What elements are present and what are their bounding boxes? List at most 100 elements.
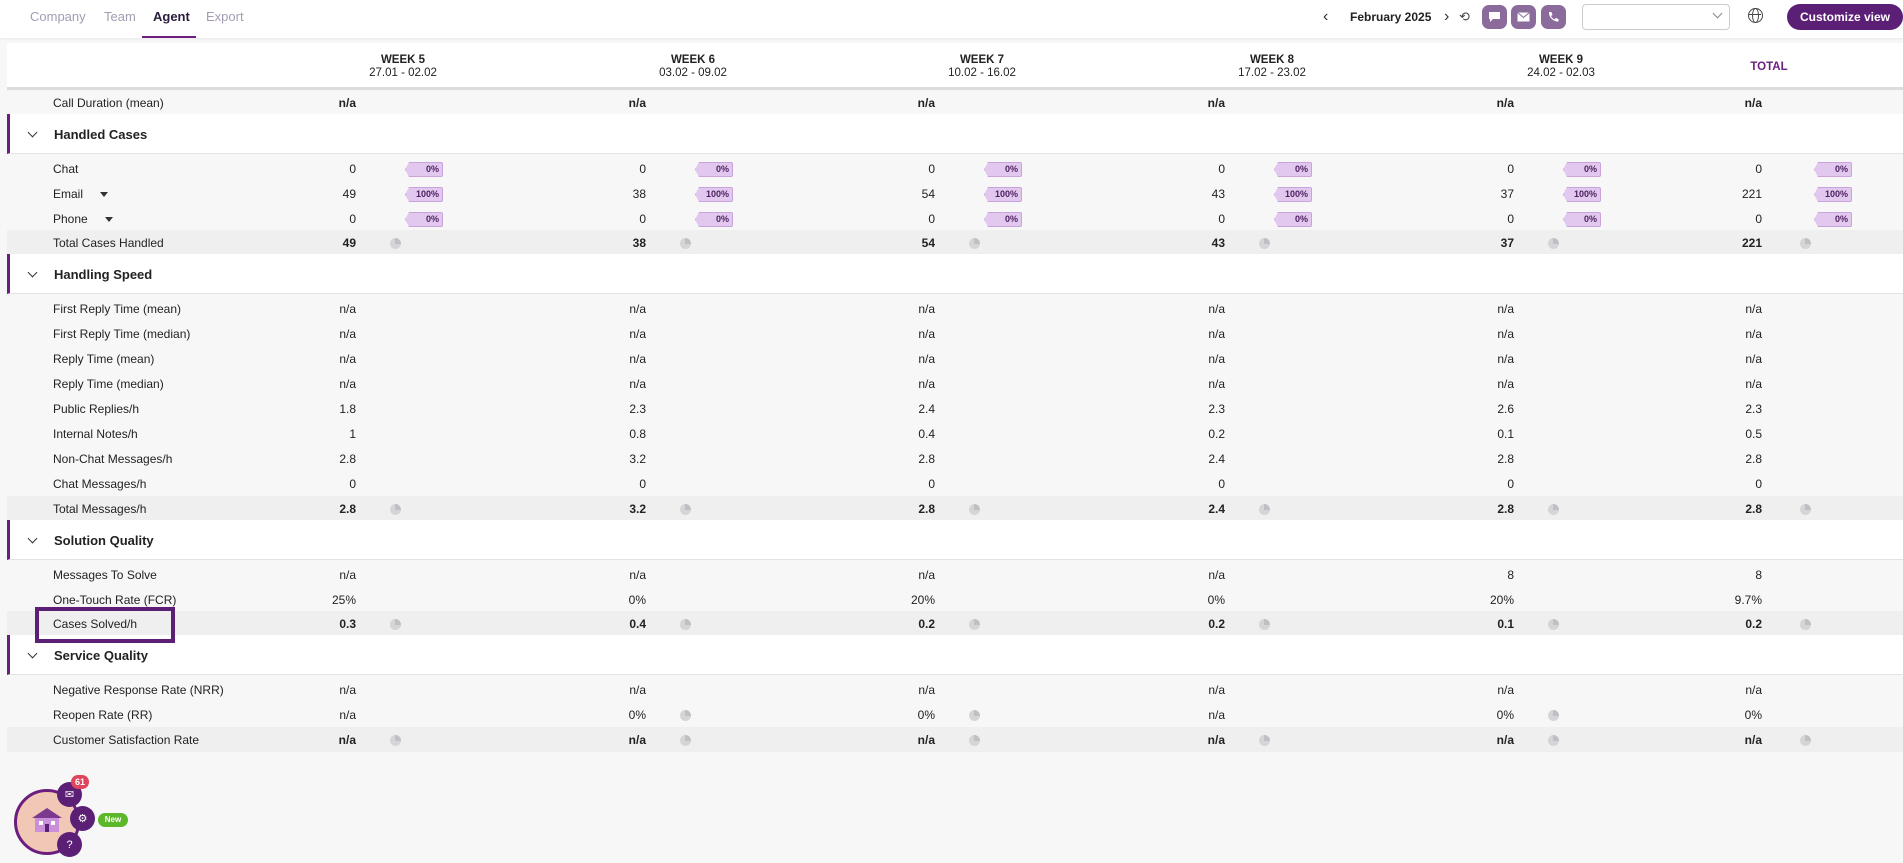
value-cell: 0.1 — [1497, 427, 1514, 441]
value-cell: n/a — [1208, 708, 1225, 722]
value-cell: 25% — [331, 593, 356, 607]
tab-company[interactable]: Company — [30, 9, 86, 24]
table-row: Phone 0 0% 0 0% 0 0% 0 0% 0 0% 0 0% — [7, 206, 1903, 231]
value-cell: 0 — [1755, 212, 1762, 226]
row-label: Reopen Rate (RR) — [53, 708, 153, 722]
week-9-header: WEEK 9 24.02 - 02.03 — [1527, 54, 1595, 79]
pie-chart-icon[interactable] — [680, 238, 691, 249]
chevron-down-icon[interactable] — [27, 533, 38, 544]
value-cell: 54 — [921, 187, 935, 201]
previous-period-icon[interactable]: ‹ — [1323, 8, 1328, 26]
phone-channel-button[interactable] — [1541, 5, 1566, 29]
value-cell: n/a — [1496, 96, 1514, 110]
pie-chart-icon[interactable] — [680, 735, 691, 746]
pie-chart-icon[interactable] — [1800, 238, 1811, 249]
pie-chart-icon[interactable] — [1548, 619, 1559, 630]
share-pill: 0% — [1274, 212, 1312, 227]
week-6-header: WEEK 6 03.02 - 09.02 — [659, 54, 727, 79]
globe-icon[interactable] — [1748, 8, 1763, 23]
pie-chart-icon[interactable] — [1800, 735, 1811, 746]
value-cell: 20% — [1489, 593, 1514, 607]
chat-icon — [1489, 12, 1500, 22]
pie-chart-icon[interactable] — [969, 735, 980, 746]
share-pill: 0% — [1563, 212, 1601, 227]
value-cell: n/a — [628, 96, 646, 110]
chevron-down-icon[interactable] — [27, 648, 38, 659]
value-cell: n/a — [1497, 377, 1514, 391]
value-cell: n/a — [1208, 377, 1225, 391]
value-cell: 2.8 — [1497, 502, 1514, 516]
value-cell: n/a — [1744, 96, 1762, 110]
history-icon[interactable]: ⟲ — [1459, 9, 1470, 25]
total-row: Cases Solved/h 0.3 0.4 0.2 0.2 0.1 0.2 — [7, 611, 1903, 636]
value-cell: 0 — [1755, 477, 1762, 491]
pie-chart-icon[interactable] — [1548, 504, 1559, 515]
table-row: Negative Response Rate (NRR) n/a n/a n/a n/a… — [7, 677, 1903, 702]
tab-export[interactable]: Export — [206, 9, 244, 24]
pie-chart-icon[interactable] — [680, 504, 691, 515]
caret-down-icon[interactable] — [105, 217, 113, 222]
value-cell: 0.4 — [918, 427, 935, 441]
value-cell: 1 — [349, 427, 356, 441]
help-widget-button[interactable]: ? — [57, 832, 82, 857]
caret-down-icon[interactable] — [100, 192, 108, 197]
value-cell: n/a — [1497, 352, 1514, 366]
value-cell: n/a — [1497, 302, 1514, 316]
pie-chart-icon[interactable] — [390, 238, 401, 249]
pie-chart-icon[interactable] — [1548, 735, 1559, 746]
settings-widget-button[interactable]: ⚙ — [70, 806, 95, 831]
pie-chart-icon[interactable] — [1259, 504, 1270, 515]
value-cell: 0% — [917, 708, 935, 722]
pie-chart-icon[interactable] — [390, 735, 401, 746]
filter-select[interactable] — [1582, 4, 1730, 30]
customize-view-button[interactable]: Customize view — [1787, 4, 1903, 30]
value-cell: 38 — [632, 236, 646, 250]
pie-chart-icon[interactable] — [969, 504, 980, 515]
value-cell: 0 — [1218, 212, 1225, 226]
value-cell: 3.2 — [629, 452, 646, 466]
chat-channel-button[interactable] — [1482, 5, 1507, 29]
value-cell: n/a — [629, 568, 646, 582]
chevron-down-icon[interactable] — [27, 267, 38, 278]
value-cell: n/a — [629, 352, 646, 366]
value-cell: n/a — [918, 377, 935, 391]
section-header[interactable]: Service Quality — [7, 635, 1903, 675]
pie-chart-icon[interactable] — [390, 619, 401, 630]
row-label: One-Touch Rate (FCR) — [53, 593, 177, 607]
pie-chart-icon[interactable] — [1548, 710, 1559, 721]
tab-team[interactable]: Team — [104, 9, 136, 24]
total-row: Customer Satisfaction Rate n/a n/a n/a n/a n/… — [7, 727, 1903, 752]
section-header[interactable]: Solution Quality — [7, 520, 1903, 560]
value-cell: 2.8 — [918, 452, 935, 466]
tab-agent[interactable]: Agent — [153, 9, 190, 24]
pie-chart-icon[interactable] — [1800, 619, 1811, 630]
value-cell: 0 — [1218, 477, 1225, 491]
section-header[interactable]: Handled Cases — [7, 114, 1903, 154]
pie-chart-icon[interactable] — [390, 504, 401, 515]
pie-chart-icon[interactable] — [1800, 504, 1811, 515]
week-7-header: WEEK 7 10.02 - 16.02 — [948, 54, 1016, 79]
share-pill: 100% — [1814, 187, 1852, 202]
table-row: Chat Messages/h 0 0 0 0 0 0 — [7, 471, 1903, 496]
section-header[interactable]: Handling Speed — [7, 254, 1903, 294]
value-cell: n/a — [339, 568, 356, 582]
pie-chart-icon[interactable] — [969, 710, 980, 721]
pie-chart-icon[interactable] — [969, 238, 980, 249]
value-cell: 0 — [1218, 162, 1225, 176]
pie-chart-icon[interactable] — [680, 619, 691, 630]
pie-chart-icon[interactable] — [1548, 238, 1559, 249]
pie-chart-icon[interactable] — [1259, 238, 1270, 249]
pie-chart-icon[interactable] — [680, 710, 691, 721]
share-pill: 0% — [695, 212, 733, 227]
value-cell: n/a — [1207, 733, 1225, 747]
chevron-down-icon[interactable] — [27, 127, 38, 138]
pie-chart-icon[interactable] — [1259, 735, 1270, 746]
pie-chart-icon[interactable] — [969, 619, 980, 630]
row-label: Chat — [53, 162, 79, 176]
pie-chart-icon[interactable] — [1259, 619, 1270, 630]
section-title: Handling Speed — [54, 267, 153, 282]
email-channel-button[interactable] — [1511, 5, 1536, 29]
week-8-header: WEEK 8 17.02 - 23.02 — [1238, 54, 1306, 79]
next-period-icon[interactable]: › — [1444, 8, 1449, 26]
value-cell: n/a — [1496, 733, 1514, 747]
